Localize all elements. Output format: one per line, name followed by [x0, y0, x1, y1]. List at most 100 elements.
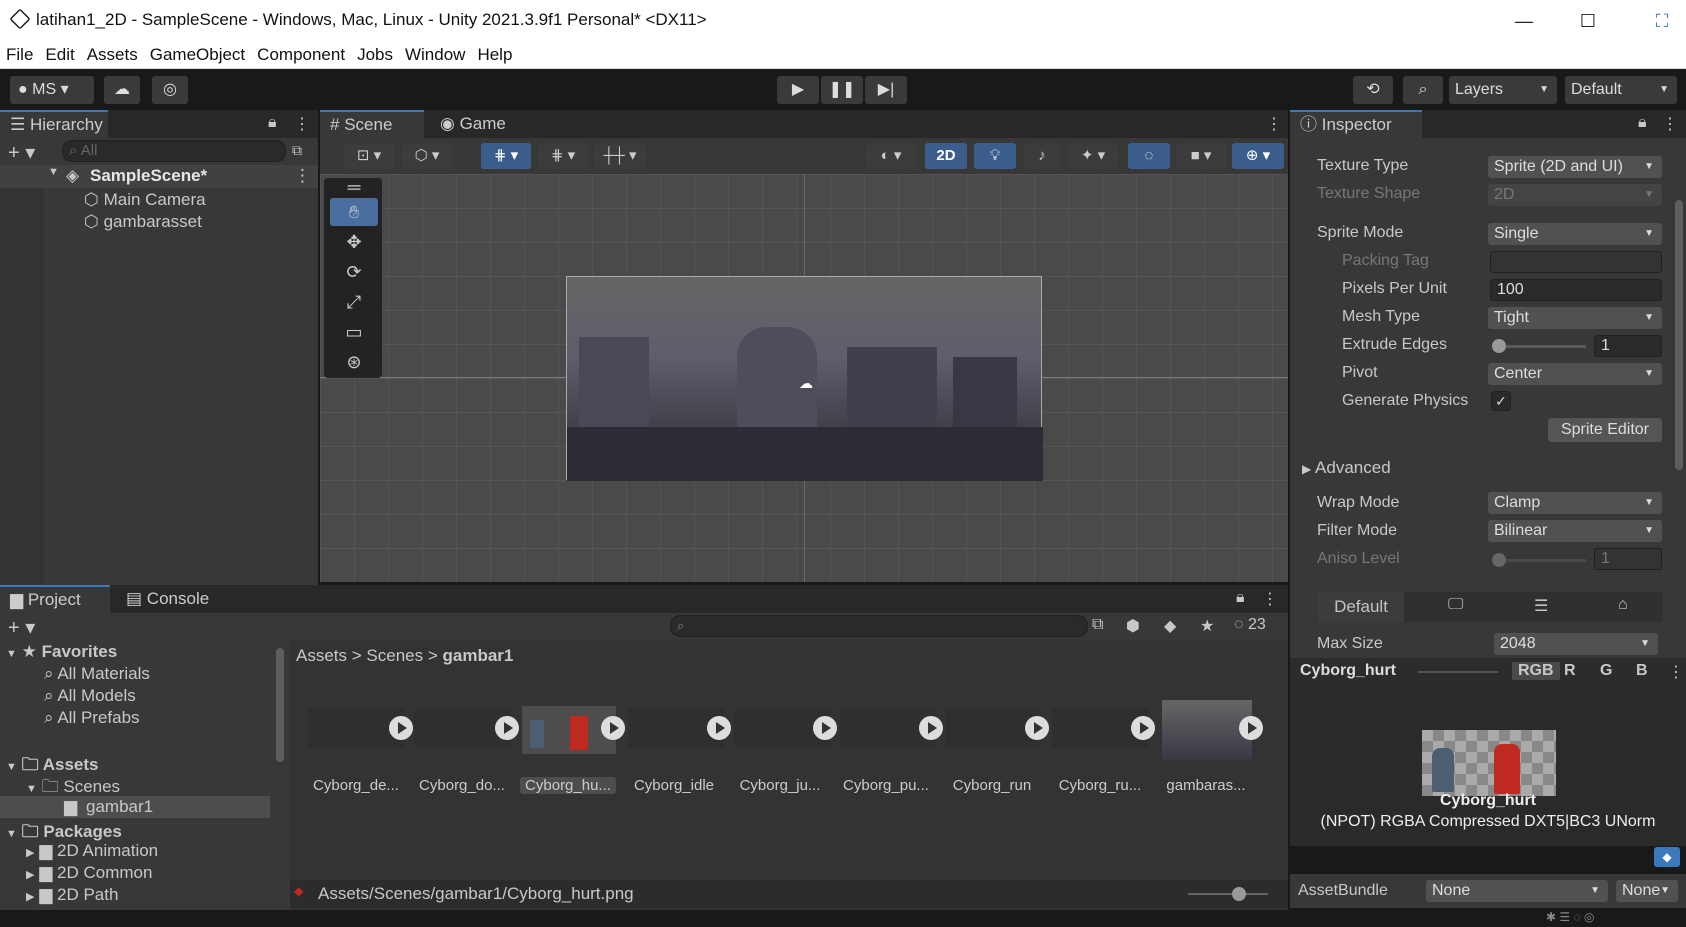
monitor-icon[interactable]: 🖵 [1448, 596, 1463, 614]
channel-b[interactable]: B [1636, 662, 1648, 680]
breadcrumb-gambar1[interactable]: gambar1 [442, 646, 513, 665]
preview-menu-icon[interactable]: ⋮ [1668, 662, 1684, 682]
kebab-menu-icon[interactable]: ⋮ [1262, 589, 1278, 609]
ruler-icon[interactable]: ┼┼ ▾ [594, 143, 646, 169]
increment-snap-button[interactable]: ⋕ ▾ [538, 143, 588, 169]
asset-label[interactable]: Cyborg_run [940, 777, 1044, 794]
layout-dropdown[interactable]: Default ▼ [1565, 76, 1677, 104]
asset-label[interactable]: Cyborg_ru... [1048, 777, 1152, 794]
filter-mode-dropdown[interactable]: Bilinear ▼ [1488, 520, 1662, 542]
visibility-icon[interactable]: ◌ [1128, 143, 1170, 169]
texture-type-dropdown[interactable]: Sprite (2D and UI) ▼ [1488, 156, 1662, 178]
filter-label-icon[interactable]: ◆ [1164, 616, 1176, 636]
play-button[interactable]: ▶ [777, 76, 819, 104]
label-tag-icon[interactable]: ◆ [1654, 847, 1680, 867]
render-mode-dropdown[interactable]: ◐ ▾ [866, 143, 916, 169]
screenshot-icon[interactable]: ⛶ [1640, 6, 1684, 36]
play-icon[interactable] [1239, 716, 1263, 740]
sprite-mode-dropdown[interactable]: Single ▼ [1488, 223, 1662, 245]
hierarchy-item[interactable]: ⬡ gambarasset [84, 212, 202, 232]
asset-label[interactable]: Cyborg_do... [410, 777, 514, 794]
channel-rgb[interactable]: RGB [1512, 662, 1560, 680]
tab-project[interactable]: ▆ Project [0, 585, 110, 613]
menu-gameobject[interactable]: GameObject [144, 42, 251, 65]
scale-tool-icon[interactable]: ⤢ [330, 288, 378, 316]
kebab-menu-icon[interactable]: ⋮ [294, 114, 310, 134]
lock-icon[interactable]: 🔒︎ [1236, 589, 1245, 607]
camera-dropdown[interactable]: ■ ▾ [1176, 143, 1226, 169]
menu-assets[interactable]: Assets [81, 42, 144, 65]
extrude-edges-slider[interactable] [1494, 345, 1586, 348]
menu-help[interactable]: Help [471, 42, 518, 65]
palette-handle-icon[interactable]: ═ [330, 178, 378, 196]
play-icon[interactable] [1025, 716, 1049, 740]
tab-console[interactable]: ▤ Console [116, 585, 226, 613]
menu-file[interactable]: File [0, 42, 39, 65]
extrude-edges-field[interactable]: 1 [1594, 335, 1662, 357]
tab-inspector[interactable]: ⓘ Inspector [1290, 110, 1422, 138]
asset-label[interactable]: Cyborg_de... [304, 777, 408, 794]
kebab-menu-icon[interactable]: ⋮ [1662, 114, 1678, 134]
channel-r[interactable]: R [1564, 662, 1576, 680]
menu-edit[interactable]: Edit [39, 42, 80, 65]
webgl-icon[interactable]: ⌂ [1618, 596, 1628, 614]
background-sprite[interactable]: ☁ [566, 276, 1043, 481]
scene-row[interactable]: ▼ ◈ SampleScene* ⋮ [0, 165, 318, 188]
assetbundle-variant-dropdown[interactable]: None ▼ [1616, 880, 1678, 902]
slider-thumb[interactable] [1492, 339, 1506, 353]
menu-component[interactable]: Component [251, 42, 351, 65]
asset-label[interactable]: Cyborg_idle [622, 777, 726, 794]
lock-icon[interactable]: 🔒︎ [268, 114, 277, 132]
play-icon[interactable] [1131, 716, 1155, 740]
draw-mode-dropdown[interactable]: ⊡ ▾ [344, 143, 394, 169]
mesh-type-dropdown[interactable]: Tight ▼ [1488, 307, 1662, 329]
menu-window[interactable]: Window [399, 42, 471, 65]
favorite-item[interactable]: ⌕ All Models [44, 686, 136, 706]
move-tool-icon[interactable]: ✥ [330, 228, 378, 256]
assetbundle-dropdown[interactable]: None ▼ [1426, 880, 1608, 902]
favorite-item[interactable]: ⌕ All Prefabs [44, 708, 140, 728]
asset-label[interactable]: Cyborg_ju... [728, 777, 832, 794]
debug-icon[interactable]: ✱ ☰ ◌ ◎ [1546, 910, 1594, 924]
advanced-foldout[interactable]: ▶ Advanced [1302, 458, 1391, 478]
gambar1-folder[interactable]: ▆ gambar1 [0, 796, 270, 818]
scene-viewport[interactable]: ☁ [320, 174, 1288, 582]
play-icon[interactable] [707, 716, 731, 740]
step-button[interactable]: ▶| [865, 76, 907, 104]
play-icon[interactable] [813, 716, 837, 740]
scene-menu-icon[interactable]: ⋮ [1266, 114, 1282, 134]
collab-icon[interactable]: ◎ [152, 76, 188, 104]
maximize-button[interactable]: ☐ [1566, 6, 1610, 36]
create-button[interactable]: + ▾ [8, 140, 35, 165]
max-size-dropdown[interactable]: 2048 ▼ [1494, 633, 1658, 655]
platform-tab-default[interactable]: Default [1318, 592, 1404, 622]
history-icon[interactable]: ⟲ [1353, 76, 1393, 104]
effects-dropdown[interactable]: ✦ ▾ [1068, 143, 1118, 169]
play-icon[interactable] [601, 716, 625, 740]
search-mode-icon[interactable]: ⧉ [292, 142, 302, 159]
lighting-icon[interactable]: 💡︎ [974, 143, 1016, 169]
play-icon[interactable] [919, 716, 943, 740]
asset-label[interactable]: gambaras... [1154, 777, 1258, 794]
wrap-mode-dropdown[interactable]: Clamp ▼ [1488, 492, 1662, 514]
scene-menu-icon[interactable]: ⋮ [294, 166, 311, 186]
menu-jobs[interactable]: Jobs [351, 42, 399, 65]
mode-2d-toggle[interactable]: 2D [925, 143, 967, 169]
layers-dropdown[interactable]: Layers ▼ [1449, 76, 1557, 104]
sprite-editor-button[interactable]: Sprite Editor [1548, 418, 1662, 442]
pivot-dropdown[interactable]: Center ▼ [1488, 363, 1662, 385]
breadcrumb-assets[interactable]: Assets [296, 646, 347, 665]
project-search-input[interactable]: ⌕ [670, 615, 1088, 637]
rect-tool-icon[interactable]: ▭ [330, 318, 378, 346]
breadcrumb-scenes[interactable]: Scenes [366, 646, 423, 665]
search-scope-icon[interactable]: ⧉ [1092, 616, 1103, 634]
filter-type-icon[interactable]: ⬢ [1126, 616, 1140, 636]
asset-label[interactable]: Cyborg_pu... [834, 777, 938, 794]
thumbnail-size-slider[interactable] [1188, 893, 1268, 895]
preview-mip-slider[interactable] [1418, 671, 1498, 673]
favorites-folder[interactable]: ▼ ★ Favorites [6, 642, 117, 662]
generate-physics-checkbox[interactable]: ✓ [1491, 391, 1511, 411]
rotate-tool-icon[interactable]: ⟳ [330, 258, 378, 286]
tab-game[interactable]: ◉ Game [430, 110, 530, 138]
audio-mute-icon[interactable]: ♪ [1024, 143, 1060, 169]
